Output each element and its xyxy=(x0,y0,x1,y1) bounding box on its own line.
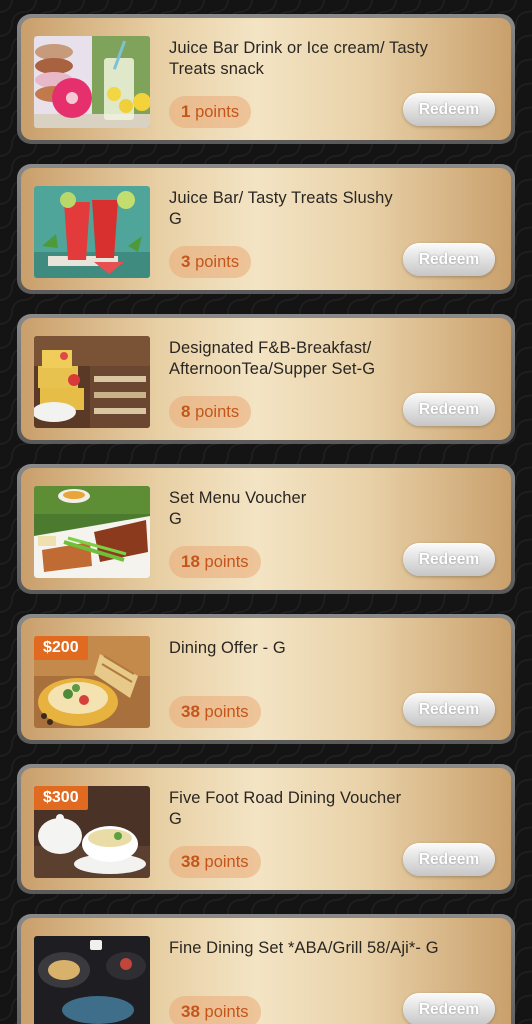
reward-image xyxy=(34,336,150,428)
redeem-button[interactable]: Redeem xyxy=(403,693,495,726)
reward-image xyxy=(34,36,150,128)
reward-card-body: $300 Five Foot Road Dining Voucher G 38 … xyxy=(21,768,511,890)
points-badge: 3 points xyxy=(169,246,252,278)
points-unit: points xyxy=(204,853,249,871)
redeem-button[interactable]: Redeem xyxy=(403,993,495,1024)
reward-card-body: Juice Bar/ Tasty Treats Slushy G 3 point… xyxy=(21,168,511,290)
reward-card-body: Designated F&B-Breakfast/ AfternoonTea/S… xyxy=(21,318,511,440)
points-unit: points xyxy=(204,1003,249,1021)
points-unit: points xyxy=(195,253,240,271)
points-value: 3 xyxy=(181,252,191,271)
reward-title: Dining Offer - G xyxy=(169,639,286,657)
points-badge: 38 points xyxy=(169,846,261,878)
reward-title: Designated F&B-Breakfast/ AfternoonTea/S… xyxy=(169,339,376,378)
reward-title: Set Menu Voucher G xyxy=(169,489,307,528)
points-value: 38 xyxy=(181,702,200,721)
reward-image xyxy=(34,186,150,278)
reward-image xyxy=(34,936,150,1024)
rewards-list: Juice Bar Drink or Ice cream/ Tasty Trea… xyxy=(0,14,532,1024)
points-value: 8 xyxy=(181,402,191,421)
points-unit: points xyxy=(204,703,249,721)
reward-image: $200 xyxy=(34,636,150,728)
reward-title: Juice Bar/ Tasty Treats Slushy G xyxy=(169,189,393,228)
price-tag: $300 xyxy=(34,786,88,810)
reward-card[interactable]: Juice Bar Drink or Ice cream/ Tasty Trea… xyxy=(17,14,515,144)
price-tag: $200 xyxy=(34,636,88,660)
reward-card-body: Set Menu Voucher G 18 points Redeem xyxy=(21,468,511,590)
points-value: 38 xyxy=(181,1002,200,1021)
reward-image xyxy=(34,486,150,578)
reward-title: Fine Dining Set *ABA/Grill 58/Aji*- G xyxy=(169,939,439,957)
redeem-button[interactable]: Redeem xyxy=(403,843,495,876)
points-unit: points xyxy=(204,553,249,571)
reward-card-body: $200 Dining Offer - G 38 points Redeem xyxy=(21,618,511,740)
reward-card[interactable]: $300 Five Foot Road Dining Voucher G 38 … xyxy=(17,764,515,894)
points-badge: 18 points xyxy=(169,546,261,578)
points-value: 38 xyxy=(181,852,200,871)
points-unit: points xyxy=(195,403,240,421)
redeem-button[interactable]: Redeem xyxy=(403,243,495,276)
reward-card[interactable]: Fine Dining Set *ABA/Grill 58/Aji*- G 38… xyxy=(17,914,515,1024)
redeem-button[interactable]: Redeem xyxy=(403,543,495,576)
points-badge: 38 points xyxy=(169,696,261,728)
redeem-button[interactable]: Redeem xyxy=(403,393,495,426)
points-value: 18 xyxy=(181,552,200,571)
points-unit: points xyxy=(195,103,240,121)
reward-card[interactable]: Juice Bar/ Tasty Treats Slushy G 3 point… xyxy=(17,164,515,294)
points-badge: 8 points xyxy=(169,396,252,428)
reward-card-body: Juice Bar Drink or Ice cream/ Tasty Trea… xyxy=(21,18,511,140)
reward-card[interactable]: Designated F&B-Breakfast/ AfternoonTea/S… xyxy=(17,314,515,444)
reward-image: $300 xyxy=(34,786,150,878)
redeem-button[interactable]: Redeem xyxy=(403,93,495,126)
points-value: 1 xyxy=(181,102,191,121)
reward-card[interactable]: Set Menu Voucher G 18 points Redeem xyxy=(17,464,515,594)
reward-title: Five Foot Road Dining Voucher G xyxy=(169,789,402,828)
points-badge: 38 points xyxy=(169,996,261,1024)
reward-card-body: Fine Dining Set *ABA/Grill 58/Aji*- G 38… xyxy=(21,918,511,1024)
reward-card[interactable]: $200 Dining Offer - G 38 points Redeem xyxy=(17,614,515,744)
reward-title: Juice Bar Drink or Ice cream/ Tasty Trea… xyxy=(169,39,429,78)
points-badge: 1 points xyxy=(169,96,252,128)
